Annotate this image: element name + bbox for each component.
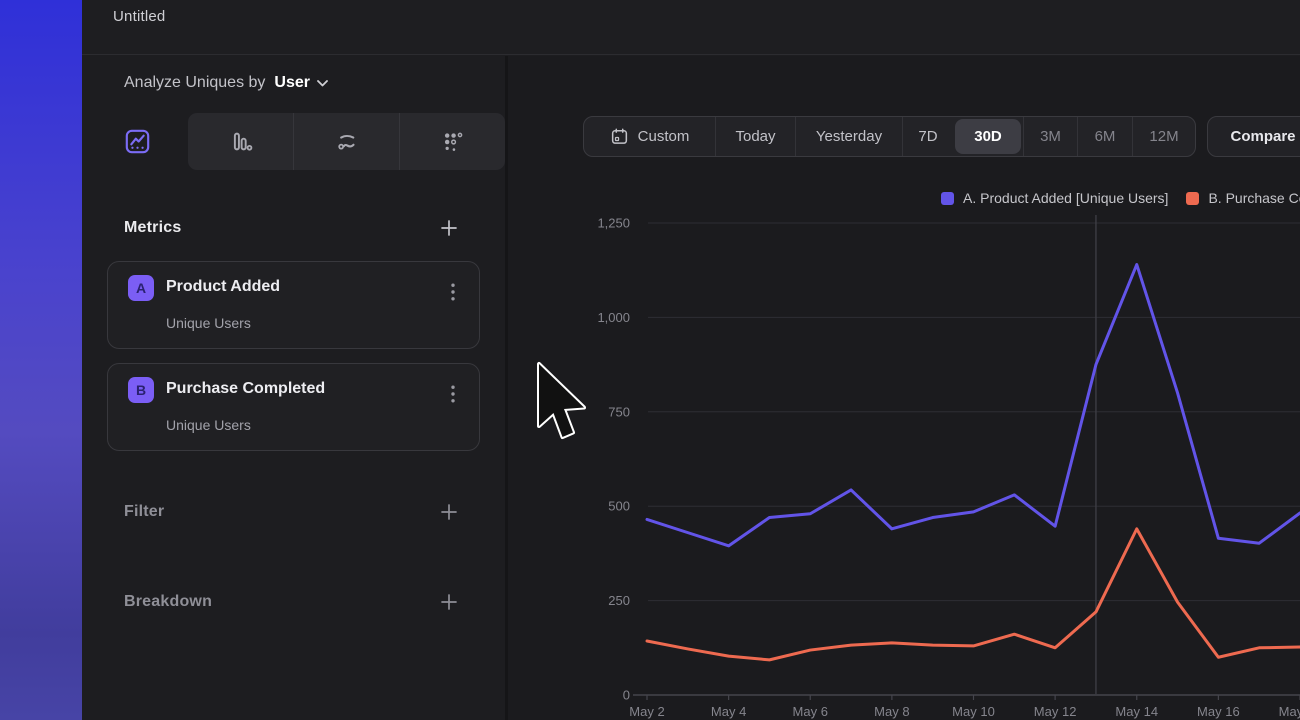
- bar-chart-icon: [227, 128, 254, 155]
- range-6m[interactable]: 6M: [1077, 117, 1132, 156]
- range-label: 7D: [918, 128, 937, 145]
- breakdown-title: Breakdown: [124, 593, 212, 611]
- flows-icon: [333, 128, 361, 156]
- filter-header: Filter: [124, 501, 460, 523]
- query-sidebar: Analyze Uniques by User: [82, 56, 505, 720]
- window-title: Untitled: [113, 8, 165, 25]
- range-label: 6M: [1095, 128, 1116, 145]
- line-chart-icon: [124, 128, 151, 155]
- metric-badge-a: A: [128, 275, 154, 301]
- kebab-icon: [451, 283, 455, 301]
- add-metric-button[interactable]: [438, 217, 460, 239]
- metric-card-b[interactable]: B Purchase Completed Unique Users: [107, 363, 480, 451]
- legend-label: A. Product Added [Unique Users]: [963, 190, 1168, 206]
- chart-legend: A. Product Added [Unique Users] B. Purcha…: [941, 190, 1300, 206]
- chevron-down-icon: [317, 80, 328, 87]
- grid-dots-icon: [439, 128, 467, 156]
- tab-flows[interactable]: [293, 113, 399, 170]
- breakdown-header: Breakdown: [124, 591, 460, 613]
- range-label: 3M: [1040, 128, 1061, 145]
- legend-swatch: [941, 192, 954, 205]
- range-label: Today: [735, 128, 775, 145]
- metric-name: Product Added: [166, 278, 280, 296]
- metric-measurement[interactable]: Unique Users: [166, 417, 251, 433]
- legend-swatch: [1186, 192, 1199, 205]
- range-label: Yesterday: [816, 128, 882, 145]
- range-30d[interactable]: 30D: [955, 119, 1021, 154]
- tab-retention[interactable]: [399, 113, 505, 170]
- analyze-by-label: Analyze Uniques by: [124, 74, 265, 92]
- view-tab-strip: [188, 113, 505, 170]
- legend-item-b[interactable]: B. Purchase Completed [Unique Users]: [1186, 190, 1300, 206]
- plus-icon: [440, 503, 458, 521]
- metric-name: Purchase Completed: [166, 380, 325, 398]
- range-7d[interactable]: 7D: [902, 117, 953, 156]
- metrics-header: Metrics: [124, 217, 460, 239]
- plus-icon: [440, 593, 458, 611]
- metric-card-a[interactable]: A Product Added Unique Users: [107, 261, 480, 349]
- analyze-by-value: User: [274, 74, 310, 92]
- range-today[interactable]: Today: [715, 117, 795, 156]
- metric-measurement[interactable]: Unique Users: [166, 315, 251, 331]
- add-filter-button[interactable]: [438, 501, 460, 523]
- filter-title: Filter: [124, 503, 164, 521]
- date-range-selector: Custom Today Yesterday 7D 30D 3M 6M 12M: [583, 116, 1196, 157]
- desktop-background: [0, 0, 82, 720]
- metric-badge-b: B: [128, 377, 154, 403]
- range-custom[interactable]: Custom: [584, 117, 715, 156]
- add-breakdown-button[interactable]: [438, 591, 460, 613]
- legend-label: B. Purchase Completed [Unique Users]: [1208, 190, 1300, 206]
- range-label: Custom: [638, 128, 690, 145]
- calendar-icon: [610, 127, 629, 146]
- metric-menu-button[interactable]: [443, 282, 463, 302]
- range-yesterday[interactable]: Yesterday: [795, 117, 902, 156]
- analyze-by-row: Analyze Uniques by User: [124, 74, 328, 92]
- plus-icon: [440, 219, 458, 237]
- analyze-by-dropdown[interactable]: User: [274, 74, 328, 92]
- tab-bars[interactable]: [188, 113, 293, 170]
- metrics-title: Metrics: [124, 219, 181, 237]
- metric-menu-button[interactable]: [443, 384, 463, 404]
- legend-item-a[interactable]: A. Product Added [Unique Users]: [941, 190, 1168, 206]
- kebab-icon: [451, 385, 455, 403]
- range-label: 12M: [1149, 128, 1178, 145]
- tab-insights[interactable]: [110, 113, 164, 170]
- range-12m[interactable]: 12M: [1132, 117, 1195, 156]
- window-header: Untitled: [82, 0, 1300, 55]
- range-3m[interactable]: 3M: [1023, 117, 1077, 156]
- compare-button[interactable]: Compare: [1207, 116, 1300, 157]
- range-label: 30D: [974, 128, 1002, 145]
